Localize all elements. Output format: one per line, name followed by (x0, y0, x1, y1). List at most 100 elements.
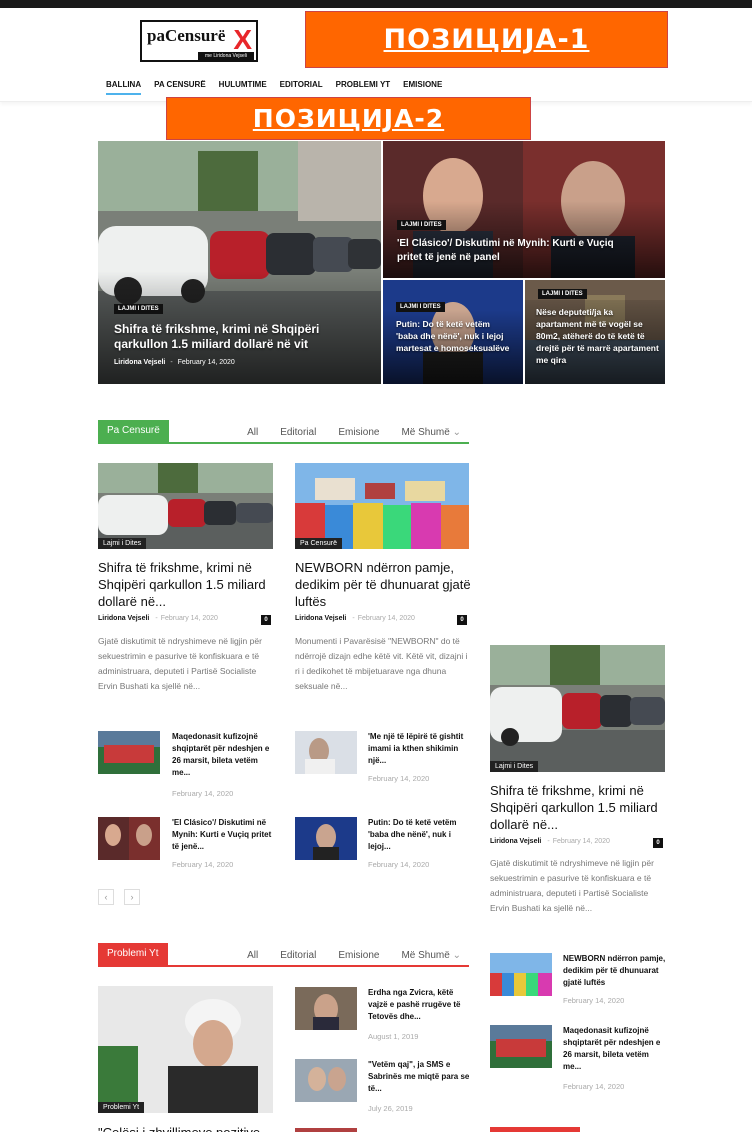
nav-item-problemi-yt[interactable]: PROBLEMI YT (336, 80, 391, 95)
list-item-thumbnail[interactable] (295, 817, 357, 860)
featured-top-right-title[interactable]: 'El Clásico'/ Diskutimi në Mynih: Kurti … (397, 237, 637, 265)
list-item-date: February 14, 2020 (368, 774, 430, 783)
nav-item-pa-censure[interactable]: PA CENSURË (154, 80, 206, 95)
list-item-thumbnail[interactable] (295, 1128, 357, 1132)
pager-prev-button[interactable]: ‹ (98, 889, 114, 905)
sidebar-card-excerpt: Gjatë diskutimit të ndryshimeve në ligji… (490, 858, 654, 913)
tab-me-shume[interactable]: Më Shumë ⌄ (401, 427, 461, 438)
author-name[interactable]: Liridona Vejseli (98, 615, 149, 622)
featured-main-title[interactable]: Shifra të frikshme, krimi në Shqipëri qa… (114, 322, 364, 352)
tab-all[interactable]: All (247, 950, 258, 961)
logo-subtitle: me Liridona Vejseli (198, 52, 254, 60)
main-nav: BALLINA PA CENSURË HULUMTIME EDITORIAL P… (106, 80, 442, 95)
nav-item-hulumtime[interactable]: HULUMTIME (219, 80, 267, 95)
nav-item-editorial[interactable]: EDITORIAL (280, 80, 323, 95)
section-pa-censure-label[interactable]: Pa Censurë (98, 420, 169, 442)
category-tag[interactable]: Lajmi i Dites (490, 761, 539, 772)
post-date: February 14, 2020 (357, 615, 415, 622)
street-cars-image (490, 645, 665, 772)
card-title[interactable]: NEWBORN ndërron pamje, dedikim për të dh… (295, 559, 473, 610)
card-meta: Liridona Vejseli - February 14, 2020 (295, 615, 470, 622)
card-thumbnail[interactable]: Pa Censurë (295, 463, 469, 549)
list-item-thumbnail[interactable] (98, 731, 160, 774)
post-date: February 14, 2020 (552, 838, 610, 845)
card-title[interactable]: Shifra të frikshme, krimi në Shqipëri qa… (98, 559, 276, 610)
newborn-monument-image (295, 463, 469, 549)
meta-separator: - (547, 838, 550, 845)
top-bar (0, 0, 752, 8)
featured-bottom-right-tile[interactable]: LAJMI I DITES Nëse deputeti/ja ka aparta… (525, 280, 665, 384)
card-title[interactable]: "Celësi i zhvillimeve pozitive (98, 1124, 276, 1132)
comment-count-badge[interactable]: 0 (457, 615, 467, 625)
category-tag[interactable]: Problemi Yt (98, 1102, 145, 1113)
card-thumbnail[interactable]: Lajmi i Dites (98, 463, 273, 549)
category-tag[interactable]: LAJMI I DITES (538, 289, 587, 299)
sidebar-list-item-thumbnail[interactable] (490, 1025, 552, 1068)
tab-emisione[interactable]: Emisione (338, 950, 379, 961)
ad-banner-position-2[interactable]: ПОЗИЦИЈА-2 (166, 97, 531, 140)
ad-banner-1-text: ПОЗИЦИЈА-1 (383, 24, 590, 55)
section-problemi-yt-header: Problemi Yt All Editorial Emisione Më Sh… (98, 943, 469, 967)
sidebar-section-label[interactable] (490, 1127, 580, 1132)
tab-all[interactable]: All (247, 427, 258, 438)
list-item-thumbnail[interactable] (295, 731, 357, 774)
sidebar-list-item-thumbnail[interactable] (490, 953, 552, 996)
list-item-title[interactable]: Putin: Do të ketë vetëm 'baba dhe nënë',… (368, 817, 472, 853)
putin-image (295, 817, 357, 860)
list-item-title[interactable]: Erdha nga Zvicra, këtë vajzë e pashë rru… (368, 987, 472, 1023)
tab-editorial[interactable]: Editorial (280, 427, 316, 438)
sidebar-list-item-title[interactable]: Maqedonasit kufizojnë shqiptarët për nde… (563, 1025, 667, 1073)
author-name[interactable]: Liridona Vejseli (114, 359, 165, 366)
rouhani-image (98, 986, 273, 1113)
list-item-title[interactable]: 'Me një të lëpirë të gishtit imami ia kt… (368, 731, 472, 767)
tab-me-shume-label: Më Shumë (401, 427, 450, 438)
list-item-title[interactable]: Maqedonasit kufizojnë shqiptarët për nde… (172, 731, 276, 779)
featured-bottom-right-title[interactable]: Nëse deputeti/ja ka apartament më të vog… (536, 306, 661, 366)
post-date: February 14, 2020 (177, 359, 235, 366)
list-item-title[interactable]: 'El Clásico'/ Diskutimi në Mynih: Kurti … (172, 817, 276, 853)
author-name[interactable]: Liridona Vejseli (295, 615, 346, 622)
site-logo[interactable]: paCensurë X me Liridona Vejseli (140, 20, 258, 62)
sidebar-card-title[interactable]: Shifra të frikshme, krimi në Shqipëri qa… (490, 782, 668, 833)
sidebar-list-item-title[interactable]: NEWBORN ndërron pamje, dedikim për të dh… (563, 953, 667, 989)
nav-item-emisione[interactable]: EMISIONE (403, 80, 442, 95)
meta-separator: - (352, 615, 355, 622)
tab-emisione[interactable]: Emisione (338, 427, 379, 438)
category-tag[interactable]: Lajmi i Dites (98, 538, 147, 549)
sabrina-image (295, 1059, 357, 1102)
football-team-image (490, 1025, 552, 1068)
tab-me-shume[interactable]: Më Shumë ⌄ (401, 950, 461, 961)
ad-banner-position-1[interactable]: ПОЗИЦИЈА-1 (305, 11, 668, 68)
chevron-down-icon: ⌄ (452, 950, 461, 961)
section-problemi-yt-label[interactable]: Problemi Yt (98, 943, 168, 965)
pager-next-button[interactable]: › (124, 889, 140, 905)
comment-count-badge[interactable]: 0 (653, 838, 663, 848)
politicians-image (98, 817, 160, 860)
featured-top-right-tile[interactable]: LAJMI I DITES 'El Clásico'/ Diskutimi në… (383, 141, 665, 278)
tab-editorial[interactable]: Editorial (280, 950, 316, 961)
category-tag[interactable]: Pa Censurë (295, 538, 342, 549)
author-name[interactable]: Liridona Vejseli (490, 838, 541, 845)
post-date: February 14, 2020 (160, 615, 218, 622)
street-cars-image (98, 463, 273, 549)
list-item-thumbnail[interactable] (295, 1059, 357, 1102)
list-item-date: August 1, 2019 (368, 1032, 419, 1041)
featured-bottom-mid-title[interactable]: Putin: Do të ketë vetëm 'baba dhe nënë',… (396, 318, 511, 354)
category-tag[interactable]: LAJMI I DITES (397, 220, 446, 230)
list-item-title[interactable]: "Vetëm qaj", ja SMS e Sabrinës me miqtë … (368, 1059, 472, 1095)
featured-bottom-mid-tile[interactable]: LAJMI I DITES Putin: Do të ketë vetëm 'b… (383, 280, 523, 384)
featured-main-meta: Liridona Vejseli - February 14, 2020 (114, 359, 235, 366)
category-tag[interactable]: LAJMI I DITES (396, 302, 445, 312)
sidebar-card-thumbnail[interactable]: Lajmi i Dites (490, 645, 665, 772)
list-item-date: February 14, 2020 (172, 789, 234, 798)
card-thumbnail[interactable]: Problemi Yt (98, 986, 273, 1113)
category-tag[interactable]: LAJMI I DITES (114, 304, 163, 314)
card-excerpt: Gjatë diskutimit të ndryshimeve në ligji… (98, 636, 262, 691)
featured-main-tile[interactable]: LAJMI I DITES Shifra të frikshme, krimi … (98, 141, 381, 384)
comment-count-badge[interactable]: 0 (261, 615, 271, 625)
chevron-down-icon: ⌄ (452, 427, 461, 438)
list-item-thumbnail[interactable] (295, 987, 357, 1030)
nav-item-ballina[interactable]: BALLINA (106, 80, 142, 95)
list-item-thumbnail[interactable] (98, 817, 160, 860)
section-pa-censure-header: Pa Censurë All Editorial Emisione Më Shu… (98, 420, 469, 444)
